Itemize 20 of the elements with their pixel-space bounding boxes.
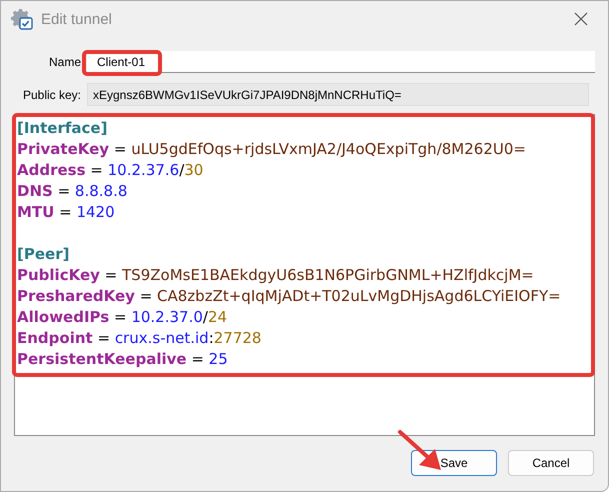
dialog-button[interactable]: Cancel <box>508 450 594 476</box>
section-header: [Peer] <box>17 244 70 265</box>
config-line: Endpoint = crux.s-net.id:27728 <box>17 328 262 349</box>
gear-icon <box>11 8 33 30</box>
field-label: Public key: <box>22 88 81 102</box>
config-line: MTU = 1420 <box>17 202 116 223</box>
config-line: Address = 10.2.37.6/30 <box>17 160 204 181</box>
config-line: AllowedIPs = 10.2.37.0/24 <box>17 307 228 328</box>
config-line: PresharedKey = CA8zbzZt+qIqMjADt+T02uLvMgDHjsAgd6LCYiEIOFY= <box>17 286 562 307</box>
config-line: PersistentKeepalive = 25 <box>17 349 229 370</box>
window-title: Edit tunnel <box>41 10 113 28</box>
config-line: PublicKey = TS9ZoMsE1BAEkdgyU6sB1N6PGirbGNML+HZlfJdkcjM= <box>17 265 535 286</box>
name-field[interactable]: Client-01 <box>87 51 595 73</box>
public-key-field: xEygnsz6BWMGv1ISeVUkrGi7JPAI9DN8jMnNCRHuTiQ= <box>87 83 589 106</box>
config-editor[interactable] <box>14 114 595 436</box>
section-header: [Interface] <box>17 118 108 139</box>
config-line: PrivateKey = uLU5gdEfOqs+rjdsLVxmJA2/J4oQExpiTgh/8M262U0= <box>17 139 527 160</box>
field-label: Name <box>48 55 81 69</box>
close-icon[interactable] <box>574 12 588 26</box>
config-line: DNS = 8.8.8.8 <box>17 181 128 202</box>
